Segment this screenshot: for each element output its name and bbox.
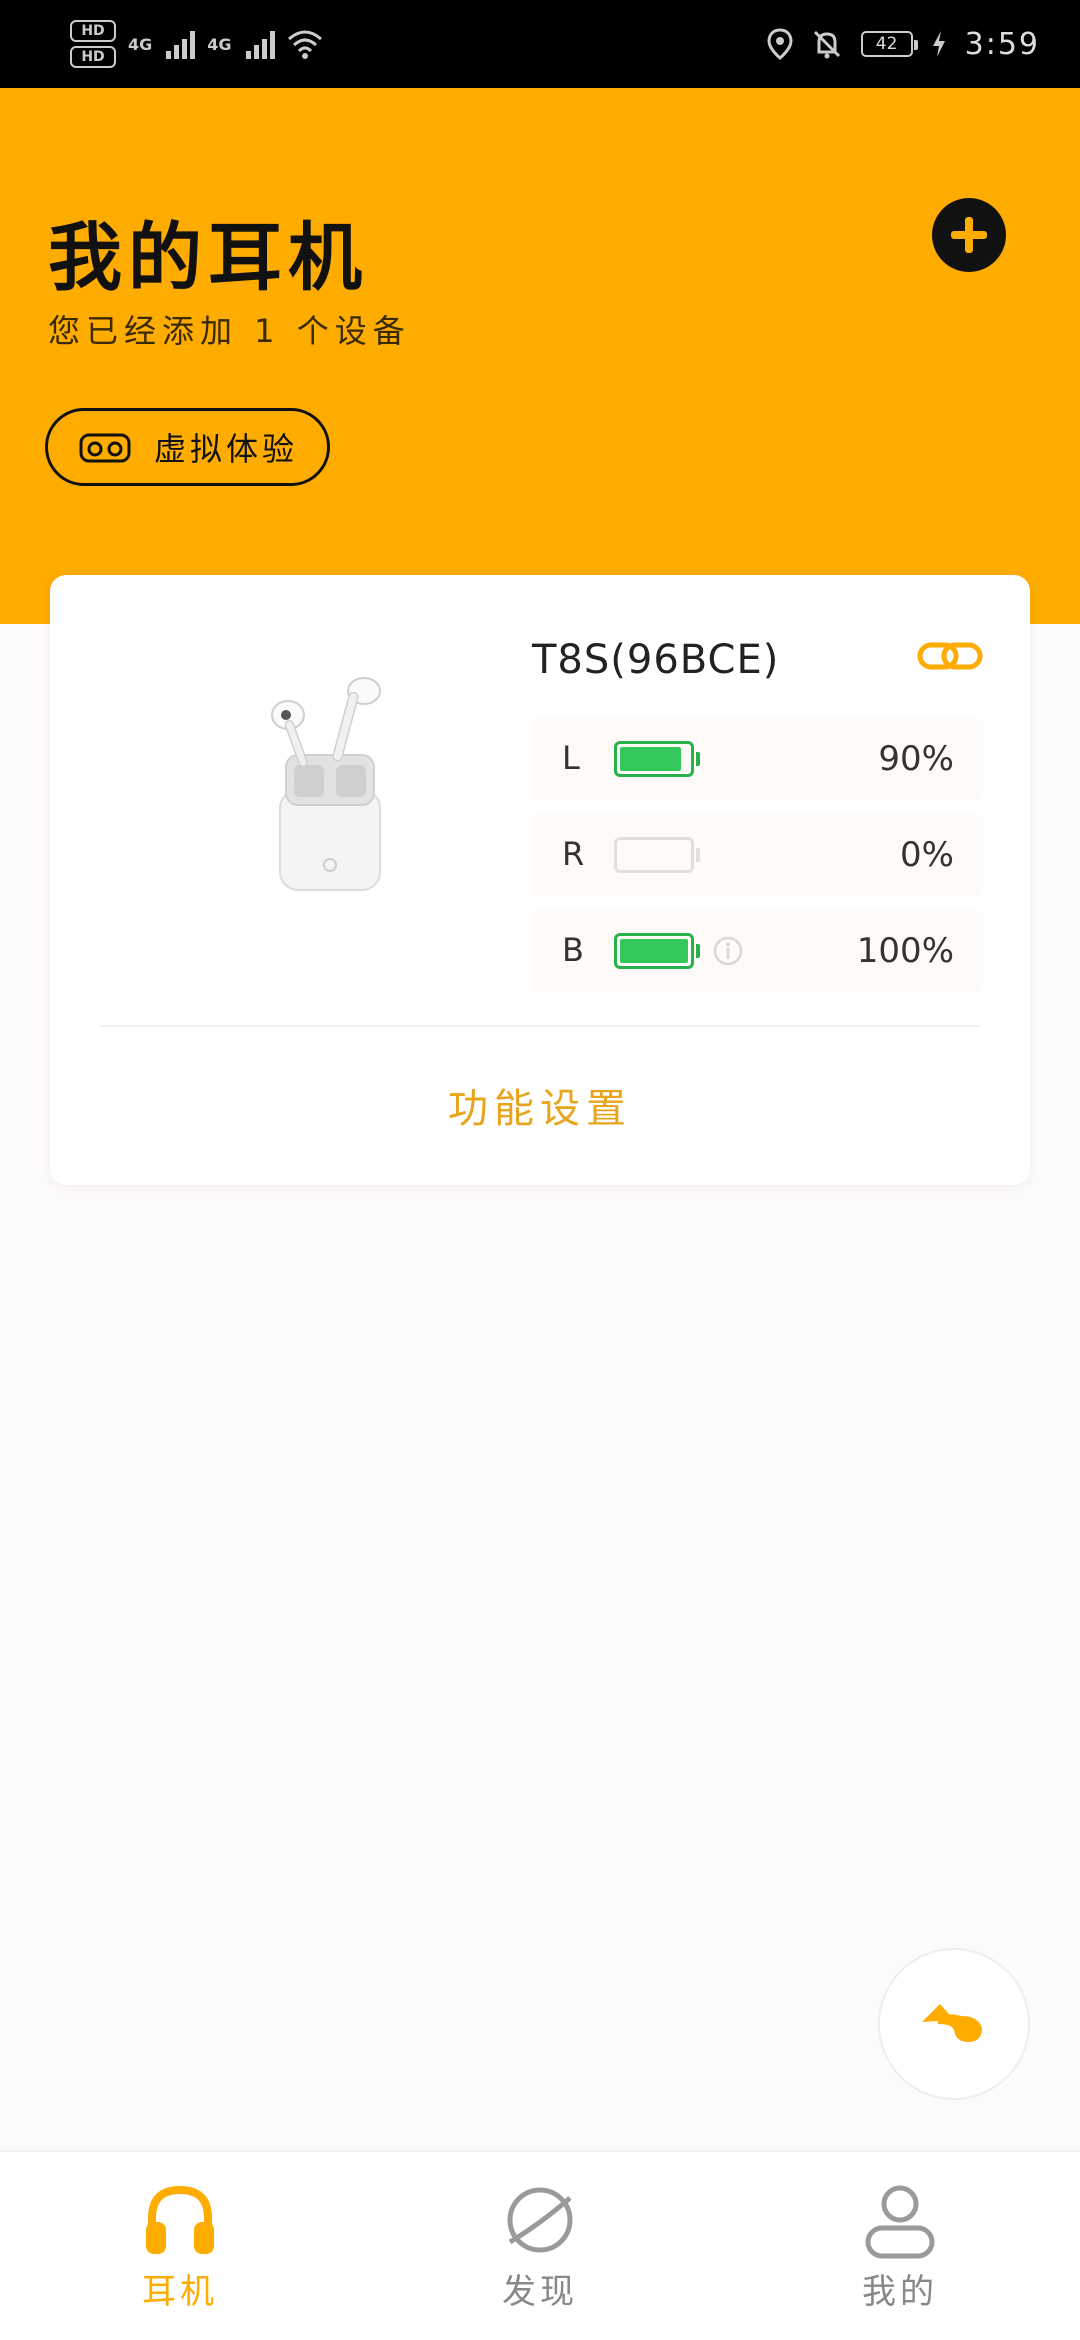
bottom-nav: 耳机 发现 我的 — [0, 2150, 1080, 2340]
battery-row-label: R — [562, 835, 585, 873]
floating-action-button[interactable] — [878, 1948, 1030, 2100]
link-icon[interactable] — [916, 637, 986, 677]
signal-icon — [166, 29, 196, 59]
battery-percent: 0% — [900, 835, 954, 875]
battery-row-right: R 0% — [532, 813, 984, 897]
card-divider — [100, 1025, 980, 1027]
battery-percent: 90% — [878, 739, 954, 779]
device-card[interactable]: T8S(96BCE) L 90% R 0% B 100% 功能设置 — [50, 575, 1030, 1185]
network-type-1: 4G — [128, 34, 153, 54]
earbuds-image — [271, 677, 381, 891]
virtual-experience-label: 虚拟体验 — [154, 430, 299, 468]
header-banner: 我的耳机 您已经添加 1 个设备 虚拟体验 — [0, 88, 1080, 624]
charging-icon — [932, 31, 945, 57]
battery-row-label: B — [562, 931, 584, 969]
nav-label: 发现 — [502, 2272, 578, 2312]
vr-headset-icon — [79, 433, 131, 463]
network-type-2: 4G — [207, 34, 232, 54]
wifi-icon — [287, 30, 322, 59]
battery-row-label: L — [562, 739, 580, 777]
virtual-experience-button[interactable]: 虚拟体验 — [45, 408, 330, 486]
plus-icon — [951, 217, 987, 253]
user-icon — [865, 2185, 935, 2259]
mute-bell-icon — [813, 30, 840, 59]
battery-indicator: 42 — [860, 31, 918, 57]
battery-icon — [614, 837, 700, 873]
battery-row-left: L 90% — [532, 717, 984, 801]
battery-icon — [614, 933, 700, 969]
nav-item-earphones[interactable]: 耳机 — [0, 2152, 360, 2340]
headphones-icon — [146, 2185, 214, 2254]
add-device-button[interactable] — [932, 198, 1006, 272]
clock: 3:59 — [964, 26, 1040, 62]
info-icon[interactable] — [712, 935, 744, 967]
status-bar: HD HD 4G 4G 42 3:59 — [0, 0, 1080, 88]
whistle-icon — [922, 2004, 982, 2042]
signal-icon-2 — [245, 29, 275, 59]
planet-icon — [507, 2187, 573, 2253]
location-icon — [767, 28, 793, 60]
device-name: T8S(96BCE) — [532, 637, 780, 683]
nav-label: 我的 — [862, 2272, 938, 2312]
page-title: 我的耳机 — [48, 215, 368, 301]
hd-badge-1: HD — [70, 20, 116, 42]
nav-item-discover[interactable]: 发现 — [360, 2152, 720, 2340]
nav-item-mine[interactable]: 我的 — [720, 2152, 1080, 2340]
battery-percent: 100% — [856, 931, 954, 971]
hd-badge-2: HD — [70, 46, 116, 68]
nav-label: 耳机 — [142, 2272, 218, 2312]
device-count-subtitle: 您已经添加 1 个设备 — [48, 312, 411, 350]
battery-row-box: B 100% — [532, 909, 984, 993]
battery-icon — [614, 741, 700, 777]
function-settings-button[interactable]: 功能设置 — [50, 1055, 1030, 1155]
